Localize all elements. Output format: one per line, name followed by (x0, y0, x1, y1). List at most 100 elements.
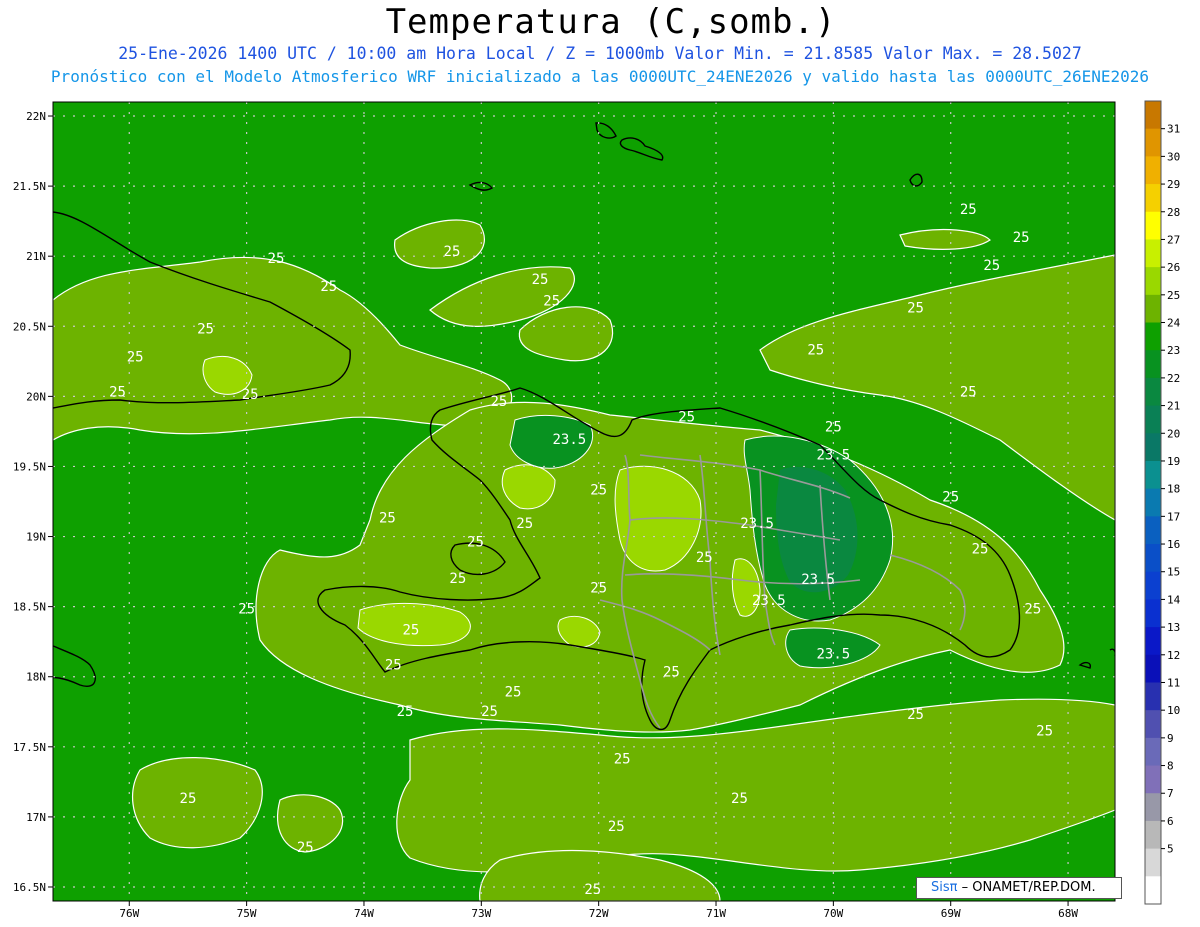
lat-tick-label: 18N (26, 671, 46, 684)
colorbar-label: 24 (1167, 317, 1181, 330)
contour-label: 25 (907, 300, 924, 316)
colorbar-swatch (1145, 239, 1161, 268)
colorbar-swatch (1145, 156, 1161, 185)
contour-label: 25 (127, 349, 144, 365)
colorbar-label: 30 (1167, 150, 1180, 163)
colorbar-swatch (1145, 377, 1161, 407)
credit-text: – ONAMET/REP.DOM. (957, 880, 1096, 895)
contour-label: 25 (608, 819, 625, 835)
map-plot-area: 25 25 25 25 25 25 25 25 25 25 23.5 25 25 25 23.5 25 23.5… (53, 102, 1115, 901)
contour-label: 23.5 (817, 646, 851, 662)
colorbar-label: 28 (1167, 206, 1180, 219)
colorbar-swatch (1145, 101, 1161, 130)
colorbar-swatch (1145, 322, 1161, 351)
temperature-colorbar: 31 30 29 28 27 26 25 24 23 22 21 20 19 18 17 16 15 14 13 12… (1144, 100, 1181, 905)
colorbar-label: 5 (1167, 843, 1174, 856)
contour-label: 25 (678, 410, 695, 426)
contour-label: 25 (490, 394, 507, 410)
lon-tick-label: 73W (471, 907, 491, 920)
lat-tick-label: 21N (26, 250, 46, 263)
contour-label: 25 (402, 623, 419, 639)
colorbar-swatch (1145, 267, 1161, 296)
colorbar-swatch (1145, 876, 1161, 905)
colorbar-label: 17 (1167, 510, 1180, 523)
contour-label: 25 (268, 251, 285, 267)
contour-label: 25 (972, 541, 989, 557)
contour-label: 25 (516, 516, 533, 532)
contour-label: 23.5 (752, 593, 786, 609)
colorbar-label: 29 (1167, 178, 1180, 191)
lon-tick-label: 74W (354, 907, 374, 920)
colorbar-swatch (1145, 488, 1161, 517)
lat-tick-label: 21.5N (13, 180, 46, 193)
contour-label: 25 (543, 293, 560, 309)
contour-label: 25 (242, 387, 259, 403)
contour-label: 25 (825, 419, 842, 435)
contour-label: 25 (590, 482, 607, 498)
colorbar-swatch (1145, 128, 1161, 157)
contour-label: 23.5 (740, 516, 774, 532)
colorbar-label: 9 (1167, 732, 1174, 745)
colorbar-label: 12 (1167, 649, 1180, 662)
contour-label: 25 (907, 707, 924, 723)
contour-label: 25 (731, 791, 748, 807)
colorbar-label: 8 (1167, 760, 1174, 773)
contour-label: 23.5 (552, 432, 586, 448)
lon-tick-label: 72W (589, 907, 609, 920)
lat-tick-label: 19N (26, 531, 46, 544)
lat-tick-label: 18.5N (13, 601, 46, 614)
warm-region-sw (132, 757, 263, 849)
contour-label: 25 (1013, 230, 1030, 246)
colorbar-swatch (1145, 211, 1161, 240)
colorbar-swatch (1145, 571, 1161, 600)
colorbar-label: 31 (1167, 123, 1180, 136)
contour-label: 25 (505, 684, 522, 700)
lon-tick-label: 70W (823, 907, 843, 920)
colorbar-swatch (1145, 544, 1161, 573)
colorbar-label: 15 (1167, 566, 1180, 579)
contour-label: 25 (696, 550, 713, 566)
contour-label: 25 (942, 490, 959, 506)
contour-label: 25 (584, 882, 601, 898)
contour-label: 25 (180, 791, 197, 807)
colorbar-label: 19 (1167, 455, 1180, 468)
colorbar-swatch (1145, 294, 1161, 324)
colorbar-label: 6 (1167, 815, 1174, 828)
contour-label: 25 (1024, 602, 1041, 618)
contour-label: 25 (109, 384, 126, 400)
colorbar-swatch (1145, 599, 1161, 628)
contour-label: 25 (467, 534, 484, 550)
colorbar-swatch (1145, 405, 1161, 434)
lon-tick-label: 69W (941, 907, 961, 920)
contour-label: 25 (320, 279, 337, 295)
contour-label: 25 (379, 511, 396, 527)
colorbar-swatch (1145, 765, 1161, 794)
lon-tick-label: 75W (237, 907, 257, 920)
contour-label: 25 (590, 581, 607, 597)
colorbar-swatch (1145, 627, 1161, 656)
colorbar-label: 23 (1167, 344, 1180, 357)
colorbar-label: 18 (1167, 483, 1180, 496)
colorbar-label: 26 (1167, 261, 1180, 274)
colorbar-label: 10 (1167, 704, 1180, 717)
colorbar-label: 16 (1167, 538, 1180, 551)
lon-tick-label: 71W (706, 907, 726, 920)
credit-brand: Sisπ (931, 880, 958, 895)
lat-tick-label: 17N (26, 811, 46, 824)
temperature-map: 25 25 25 25 25 25 25 25 25 25 23.5 25 25 25 23.5 25 23.5… (13, 100, 1181, 920)
colorbar-swatch (1145, 820, 1161, 850)
contour-label: 25 (663, 665, 680, 681)
lat-tick-label: 16.5N (13, 881, 46, 894)
longitude-axis: 76W 75W 74W 73W 72W 71W 70W 69W 68W (119, 901, 1078, 920)
contour-label: 25 (397, 704, 414, 720)
contour-label: 25 (960, 202, 977, 218)
colorbar-label: 11 (1167, 676, 1180, 689)
contour-label: 23.5 (801, 572, 835, 588)
colorbar-swatch (1145, 184, 1161, 213)
lat-tick-label: 20N (26, 390, 46, 403)
colorbar-swatch (1145, 848, 1161, 877)
lon-tick-label: 68W (1058, 907, 1078, 920)
contour-label: 25 (983, 258, 1000, 274)
credit-box: Sisπ – ONAMET/REP.DOM. (916, 877, 1122, 899)
contour-label: 25 (614, 752, 631, 768)
